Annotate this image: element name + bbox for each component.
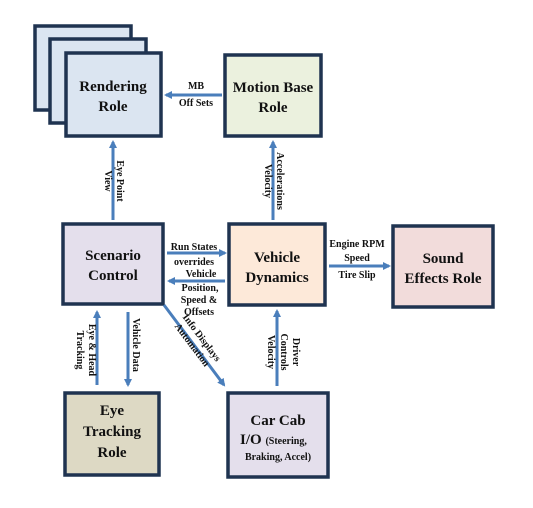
edge-label-group: Driver Controls Velocity	[265, 333, 301, 370]
sound-effects-label: Effects Role	[404, 271, 481, 287]
edge-label: Accelerations	[274, 152, 285, 210]
edge-label: Speed &	[181, 295, 217, 306]
vehicle-dynamics-label: Vehicle	[254, 250, 300, 266]
edge-label: overrides	[174, 257, 214, 268]
eye-tracking-label: Role	[97, 445, 127, 461]
motion-base-label: Role	[258, 100, 288, 116]
car-cab-label: Car Cab	[250, 413, 305, 429]
edge-label: Engine RPM	[329, 239, 385, 250]
scenario-control-label: Scenario	[85, 248, 141, 264]
vehicle-dynamics-label: Dynamics	[245, 270, 308, 286]
edge-label: View	[102, 170, 113, 192]
edge-label: Vehicle	[186, 269, 217, 280]
edge-label: Controls	[278, 333, 289, 370]
eye-tracking-label: Tracking	[83, 424, 142, 440]
architecture-diagram: Rendering Role Motion Base Role Scenario…	[33, 24, 495, 479]
edge-label: Eye & Head	[86, 324, 97, 377]
rendering-role-label: Role	[98, 99, 128, 115]
edge-label-group: Info Displays Automation	[172, 312, 223, 369]
edge-label: Position,	[182, 283, 219, 294]
edge-label: Velocity	[265, 335, 276, 369]
edge-label-group: Vehicle Data	[130, 318, 141, 372]
sound-effects-label: Sound	[423, 251, 465, 267]
eye-tracking-label: Eye	[100, 403, 125, 419]
scenario-control-box	[61, 222, 165, 306]
edge-label-group: Eye & Head Tracking	[74, 324, 97, 377]
edge-label: Velocity	[262, 164, 273, 198]
edge-label: Tire Slip	[338, 270, 376, 281]
edge-label: Tracking	[74, 331, 85, 370]
motion-base-label: Motion Base	[233, 80, 314, 96]
edge-label: Run States	[171, 242, 218, 253]
edge-label: Off Sets	[179, 98, 213, 109]
edge-label: Vehicle Data	[130, 318, 141, 372]
edge-label: Speed	[344, 253, 370, 264]
rendering-role-label: Rendering	[79, 79, 147, 95]
edge-label: Eye Point	[114, 160, 125, 202]
edge-label: Driver	[290, 338, 301, 367]
car-cab-label: Braking, Accel)	[245, 452, 311, 463]
scenario-control-label: Control	[88, 268, 138, 284]
edge-label: MB	[188, 81, 204, 92]
